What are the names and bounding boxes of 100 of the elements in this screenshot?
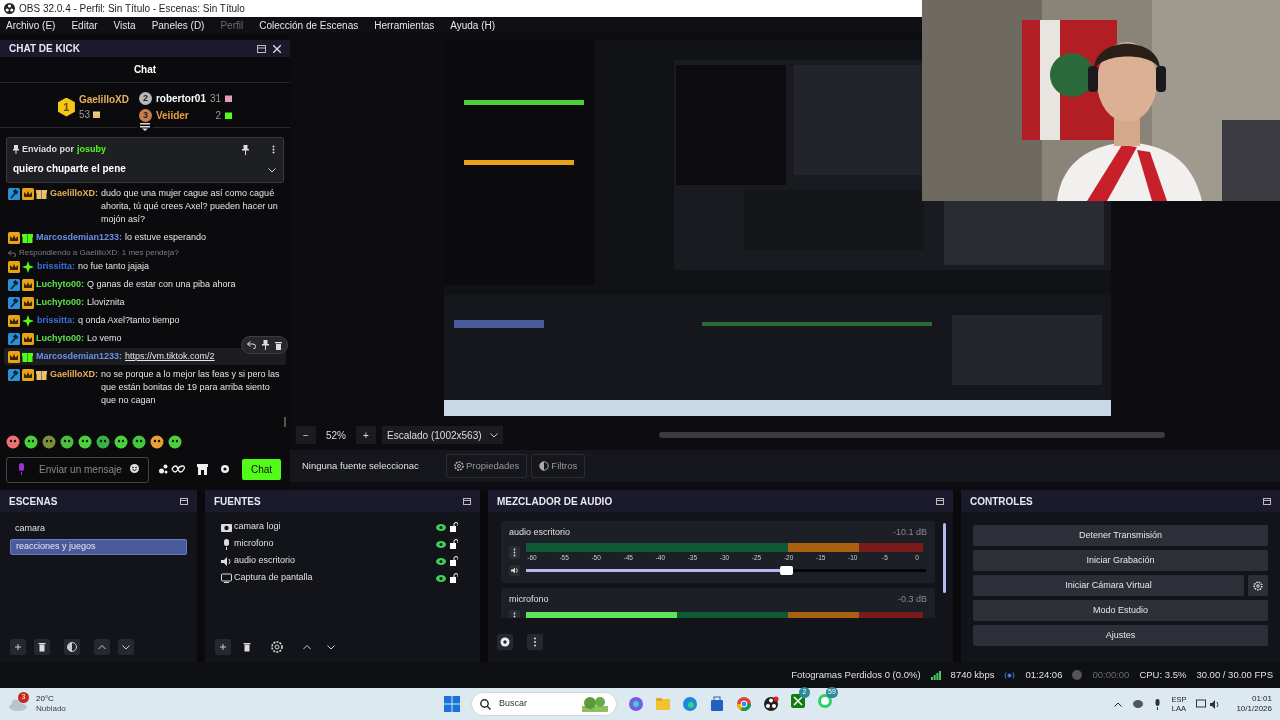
xbox-icon[interactable] (790, 693, 806, 709)
filters-button[interactable]: Filtros (531, 454, 586, 478)
volume-slider[interactable] (526, 569, 926, 573)
speaker-icon[interactable] (509, 565, 520, 577)
emote-icon[interactable] (96, 435, 110, 449)
start-icon[interactable] (444, 696, 460, 712)
menu-item[interactable]: Editar (71, 17, 98, 33)
gear-icon[interactable] (269, 639, 285, 655)
float-icon[interactable] (936, 497, 944, 505)
copilot-icon[interactable] (628, 696, 644, 712)
zoom-out-button[interactable]: − (296, 426, 316, 444)
control-button[interactable]: Detener Transmisión (973, 525, 1268, 546)
horizontal-scrollbar[interactable] (658, 432, 1165, 438)
display-volume-icon[interactable] (1196, 698, 1221, 710)
menu-item[interactable]: Colección de Escenas (259, 17, 359, 33)
chat-username[interactable]: Luchyto00: (36, 278, 84, 291)
source-name[interactable]: camara logi (234, 520, 436, 534)
unpin-icon[interactable] (242, 144, 249, 155)
slider-thumb[interactable] (780, 566, 793, 576)
emoji-icon[interactable] (130, 464, 139, 473)
chrome-icon[interactable] (736, 696, 752, 712)
chat-username[interactable]: Marcosdemian1233: (36, 350, 123, 363)
unlock-icon[interactable] (450, 539, 458, 549)
scrollbar-thumb[interactable] (284, 417, 286, 427)
chat-username[interactable]: brissitta: (37, 314, 75, 327)
control-button[interactable]: Iniciar Cámara Virtual (973, 575, 1244, 596)
add-icon[interactable] (10, 639, 26, 655)
source-name[interactable]: audio escritorio (234, 554, 436, 568)
eye-icon[interactable] (436, 557, 446, 565)
unlock-icon[interactable] (450, 556, 458, 566)
clock-time[interactable]: 01:01 (1251, 694, 1272, 704)
zoom-in-button[interactable]: + (356, 426, 376, 444)
eye-icon[interactable] (436, 540, 446, 548)
float-icon[interactable] (463, 497, 471, 505)
more-icon[interactable] (272, 145, 275, 155)
settings-icon[interactable] (497, 634, 513, 650)
send-chat-button[interactable]: Chat (242, 458, 282, 480)
move-down-icon[interactable] (118, 639, 134, 655)
move-up-icon[interactable] (94, 639, 110, 655)
message-input[interactable]: Enviar un mensaje (6, 456, 149, 483)
properties-button[interactable]: Propiedades (446, 454, 528, 478)
unlock-icon[interactable] (450, 522, 458, 532)
control-button[interactable]: Ajustes (973, 625, 1268, 646)
float-icon[interactable] (180, 497, 188, 505)
emote-icon[interactable] (6, 435, 20, 449)
taskbar-search[interactable]: Buscar (471, 692, 617, 716)
menu-item[interactable]: Ayuda (H) (450, 17, 496, 33)
control-button[interactable]: Iniciar Grabación (973, 550, 1268, 571)
settings-button[interactable] (1248, 575, 1268, 596)
chat-username[interactable]: brissitta: (37, 260, 75, 273)
chat-tab[interactable]: Chat (133, 62, 157, 77)
close-icon[interactable] (273, 44, 281, 53)
emote-icon[interactable] (132, 435, 146, 449)
microphone-icon[interactable] (1154, 698, 1162, 710)
more-icon[interactable] (527, 634, 543, 650)
reply-icon[interactable] (247, 341, 256, 349)
menu-item[interactable]: Archivo (E) (6, 17, 56, 33)
app-logo-icon[interactable] (763, 696, 779, 712)
source-name[interactable]: microfono (234, 537, 436, 551)
float-icon[interactable] (1263, 497, 1271, 505)
pin-icon[interactable] (262, 340, 269, 350)
add-icon[interactable] (215, 639, 231, 655)
scrollbar-thumb[interactable] (943, 523, 946, 593)
scale-dropdown[interactable]: Escalado (1002x563) (382, 426, 503, 444)
chat-app-icon[interactable] (817, 693, 833, 709)
trash-icon[interactable] (275, 340, 282, 350)
settings-icon[interactable] (220, 464, 230, 474)
filter-icon[interactable] (64, 639, 80, 655)
menu-item[interactable]: Herramientas (374, 17, 435, 33)
chat-link[interactable]: https://vm.tiktok.com/2 (125, 350, 215, 363)
scene-item[interactable]: reacciones y juegos (10, 539, 187, 555)
control-button[interactable]: Modo Estudio (973, 600, 1268, 621)
emote-icon[interactable] (78, 435, 92, 449)
menu-item[interactable]: Vista (113, 17, 136, 33)
float-icon[interactable] (257, 44, 266, 53)
unlock-icon[interactable] (450, 573, 458, 583)
chat-message-row[interactable]: Marcosdemian1233: https://vm.tiktok.com/2 (4, 348, 286, 365)
scene-item[interactable]: camara (10, 521, 187, 537)
emote-icon[interactable] (42, 435, 56, 449)
emote-icon[interactable] (150, 435, 164, 449)
trash-icon[interactable] (34, 639, 50, 655)
chat-username[interactable]: GaelilloXD: (50, 368, 98, 381)
eye-icon[interactable] (436, 523, 446, 531)
source-name[interactable]: Captura de pantalla (234, 571, 436, 585)
points-icon[interactable] (159, 464, 185, 474)
browser-icon[interactable] (682, 696, 698, 712)
chat-username[interactable]: Marcosdemian1233: (36, 231, 123, 244)
emote-icon[interactable] (114, 435, 128, 449)
chevron-up-icon[interactable] (1114, 701, 1123, 707)
chevron-down-icon[interactable] (268, 167, 276, 173)
emote-icon[interactable] (168, 435, 182, 449)
eye-icon[interactable] (436, 574, 446, 582)
expand-icon[interactable] (140, 123, 150, 131)
menu-item[interactable]: Paneles (D) (151, 17, 205, 33)
emote-icon[interactable] (24, 435, 38, 449)
emote-icon[interactable] (60, 435, 74, 449)
chat-username[interactable]: Luchyto00: (36, 332, 84, 345)
clock-date[interactable]: 10/1/2026 (1236, 704, 1272, 714)
chat-username[interactable]: Luchyto00: (36, 296, 84, 309)
store-icon[interactable] (197, 463, 208, 475)
